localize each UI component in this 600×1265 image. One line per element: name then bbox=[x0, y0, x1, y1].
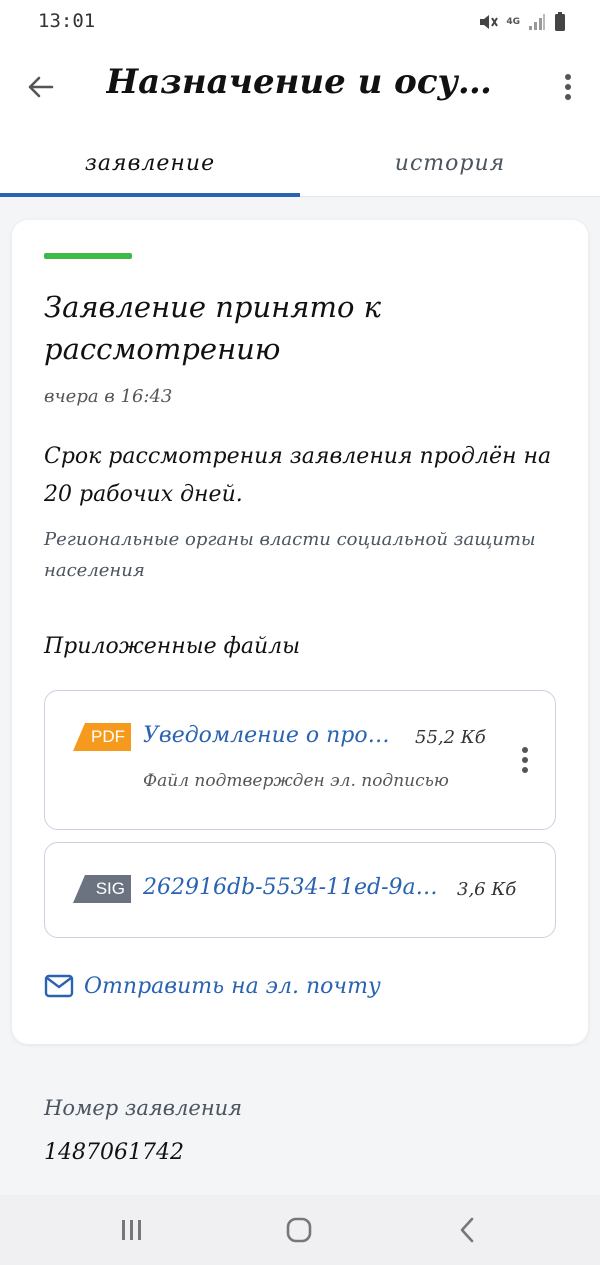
status-bar: 13:01 4G bbox=[0, 0, 600, 44]
arrow-left-icon bbox=[28, 76, 54, 98]
status-card: Заявление принято к рассмотрению вчера в… bbox=[12, 220, 588, 1044]
tab-history[interactable]: история bbox=[300, 130, 600, 197]
app-bar: Назначение и осуществление bbox=[0, 44, 600, 130]
signal-icon bbox=[528, 13, 546, 31]
more-vertical-icon bbox=[522, 747, 528, 773]
back-icon bbox=[460, 1217, 474, 1243]
mail-icon bbox=[44, 974, 74, 998]
recent-apps-icon bbox=[122, 1220, 141, 1240]
attached-files-heading: Приложенные файлы bbox=[44, 634, 301, 659]
mute-icon bbox=[478, 13, 499, 31]
file-item-sig[interactable]: SIG 262916db-5534-11ed-9a3e 3,6 Кб bbox=[44, 842, 556, 938]
network-label: 4G bbox=[506, 16, 520, 27]
file-size: 3,6 Кб bbox=[457, 879, 517, 900]
status-description: Срок рассмотрения заявления продлён на 2… bbox=[44, 444, 552, 507]
more-vertical-icon bbox=[565, 74, 571, 100]
tab-active-indicator bbox=[0, 193, 300, 197]
sig-badge: SIG bbox=[73, 875, 131, 903]
home-button[interactable] bbox=[274, 1210, 324, 1250]
status-time: 13:01 bbox=[38, 10, 96, 32]
tab-bar: заявление история bbox=[0, 130, 600, 197]
status-timestamp: вчера в 16:43 bbox=[44, 386, 173, 407]
send-email-button[interactable]: Отправить на эл. почту bbox=[44, 970, 381, 1002]
organization-name: Региональные органы власти социальной за… bbox=[44, 529, 536, 581]
status-title: Заявление принято к рассмотрению bbox=[44, 290, 381, 366]
send-email-label: Отправить на эл. почту bbox=[84, 973, 381, 999]
recent-apps-button[interactable] bbox=[107, 1210, 157, 1250]
system-nav-bar bbox=[0, 1195, 600, 1265]
status-indicator-line bbox=[44, 253, 132, 259]
status-icons: 4G bbox=[478, 12, 566, 32]
file-name[interactable]: Уведомление о продлении срока bbox=[143, 723, 399, 748]
file-item-pdf[interactable]: PDF Уведомление о продлении срока 55,2 К… bbox=[44, 690, 556, 830]
file-menu-button[interactable] bbox=[515, 743, 535, 777]
tab-application[interactable]: заявление bbox=[0, 130, 300, 197]
back-button[interactable] bbox=[22, 69, 58, 105]
battery-icon bbox=[554, 12, 566, 32]
application-number-value: 1487061742 bbox=[44, 1140, 184, 1165]
pdf-badge: PDF bbox=[73, 723, 131, 751]
file-name[interactable]: 262916db-5534-11ed-9a3e bbox=[143, 875, 439, 900]
home-icon bbox=[286, 1217, 312, 1243]
more-menu-button[interactable] bbox=[556, 69, 580, 105]
page-title: Назначение и осуществление bbox=[106, 62, 516, 102]
file-size: 55,2 Кб bbox=[415, 727, 486, 748]
signature-note: Файл подтвержден эл. подписью bbox=[143, 771, 449, 791]
system-back-button[interactable] bbox=[442, 1210, 492, 1250]
application-number-label: Номер заявления bbox=[44, 1096, 243, 1120]
